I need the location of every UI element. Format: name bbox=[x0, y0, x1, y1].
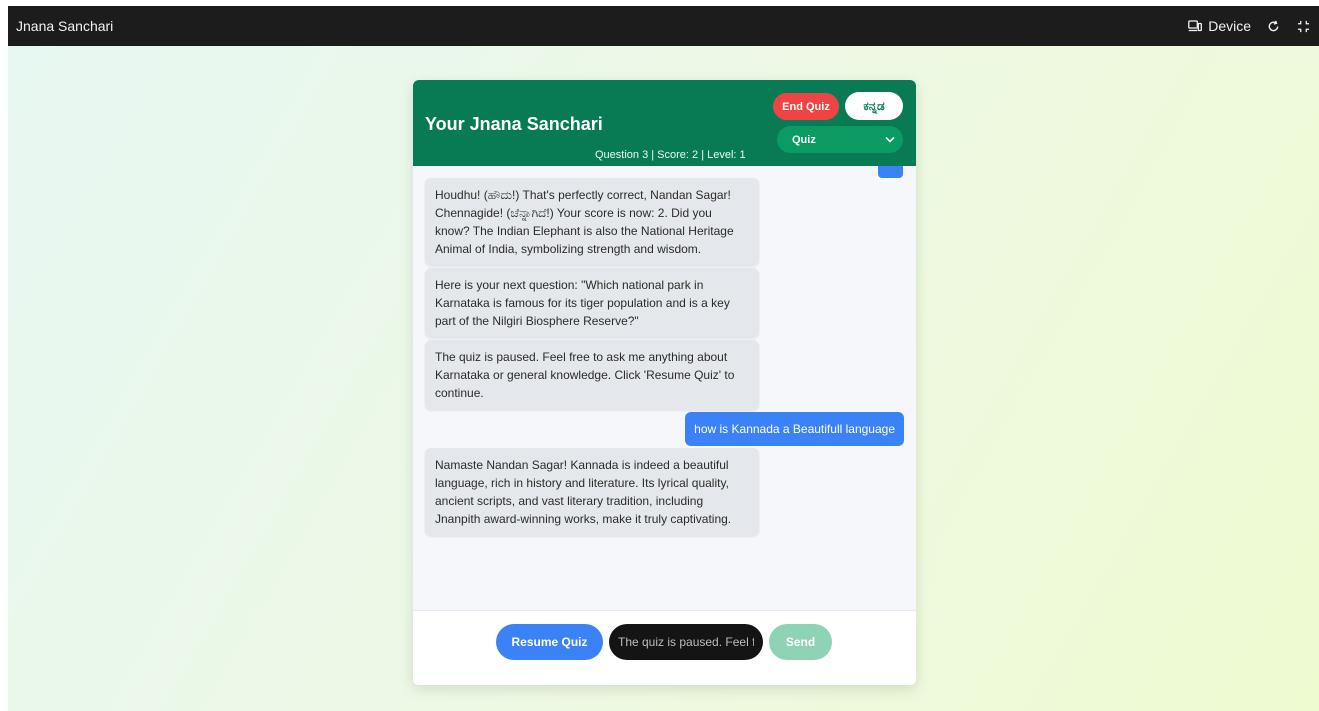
chat-messages[interactable]: Houdhu! (ಹೌದು!) That's perfectly correct… bbox=[413, 166, 916, 610]
mode-select-value: Quiz bbox=[792, 133, 816, 146]
bot-message: Here is your next question: "Which natio… bbox=[425, 268, 759, 338]
user-message: how is Kannada a Beautifull language bbox=[685, 412, 904, 446]
top-bar: Jnana Sanchari Device bbox=[8, 6, 1319, 46]
send-button[interactable]: Send bbox=[769, 624, 832, 660]
chat-footer: Resume Quiz Send bbox=[413, 610, 916, 685]
bot-message: Namaste Nandan Sagar! Kannada is indeed … bbox=[425, 448, 759, 536]
chat-header: Your Jnana Sanchari End Quiz ಕನ್ನಡ Quiz … bbox=[413, 80, 916, 166]
end-quiz-button[interactable]: End Quiz bbox=[773, 93, 839, 120]
previous-user-message-edge bbox=[878, 166, 903, 178]
bot-message: Houdhu! (ಹೌದು!) That's perfectly correct… bbox=[425, 178, 759, 266]
chat-card: Your Jnana Sanchari End Quiz ಕನ್ನಡ Quiz … bbox=[413, 80, 916, 685]
mode-select[interactable]: Quiz bbox=[777, 126, 903, 153]
language-toggle-button[interactable]: ಕನ್ನಡ bbox=[845, 92, 903, 120]
resume-quiz-button[interactable]: Resume Quiz bbox=[496, 624, 603, 660]
fullscreen-icon[interactable] bbox=[1295, 18, 1311, 34]
refresh-icon[interactable] bbox=[1265, 18, 1281, 34]
message-input[interactable] bbox=[609, 624, 763, 660]
chevron-down-icon bbox=[885, 134, 895, 146]
device-icon bbox=[1187, 18, 1203, 34]
top-bar-actions: Device bbox=[1187, 18, 1311, 34]
device-label: Device bbox=[1208, 18, 1251, 34]
bot-message: The quiz is paused. Feel free to ask me … bbox=[425, 340, 759, 410]
app-title: Jnana Sanchari bbox=[16, 18, 114, 34]
chat-title: Your Jnana Sanchari bbox=[425, 114, 603, 134]
quiz-stats: Question 3 | Score: 2 | Level: 1 bbox=[595, 149, 746, 161]
app-stage: Your Jnana Sanchari End Quiz ಕನ್ನಡ Quiz … bbox=[8, 46, 1319, 711]
device-button[interactable]: Device bbox=[1187, 18, 1251, 34]
